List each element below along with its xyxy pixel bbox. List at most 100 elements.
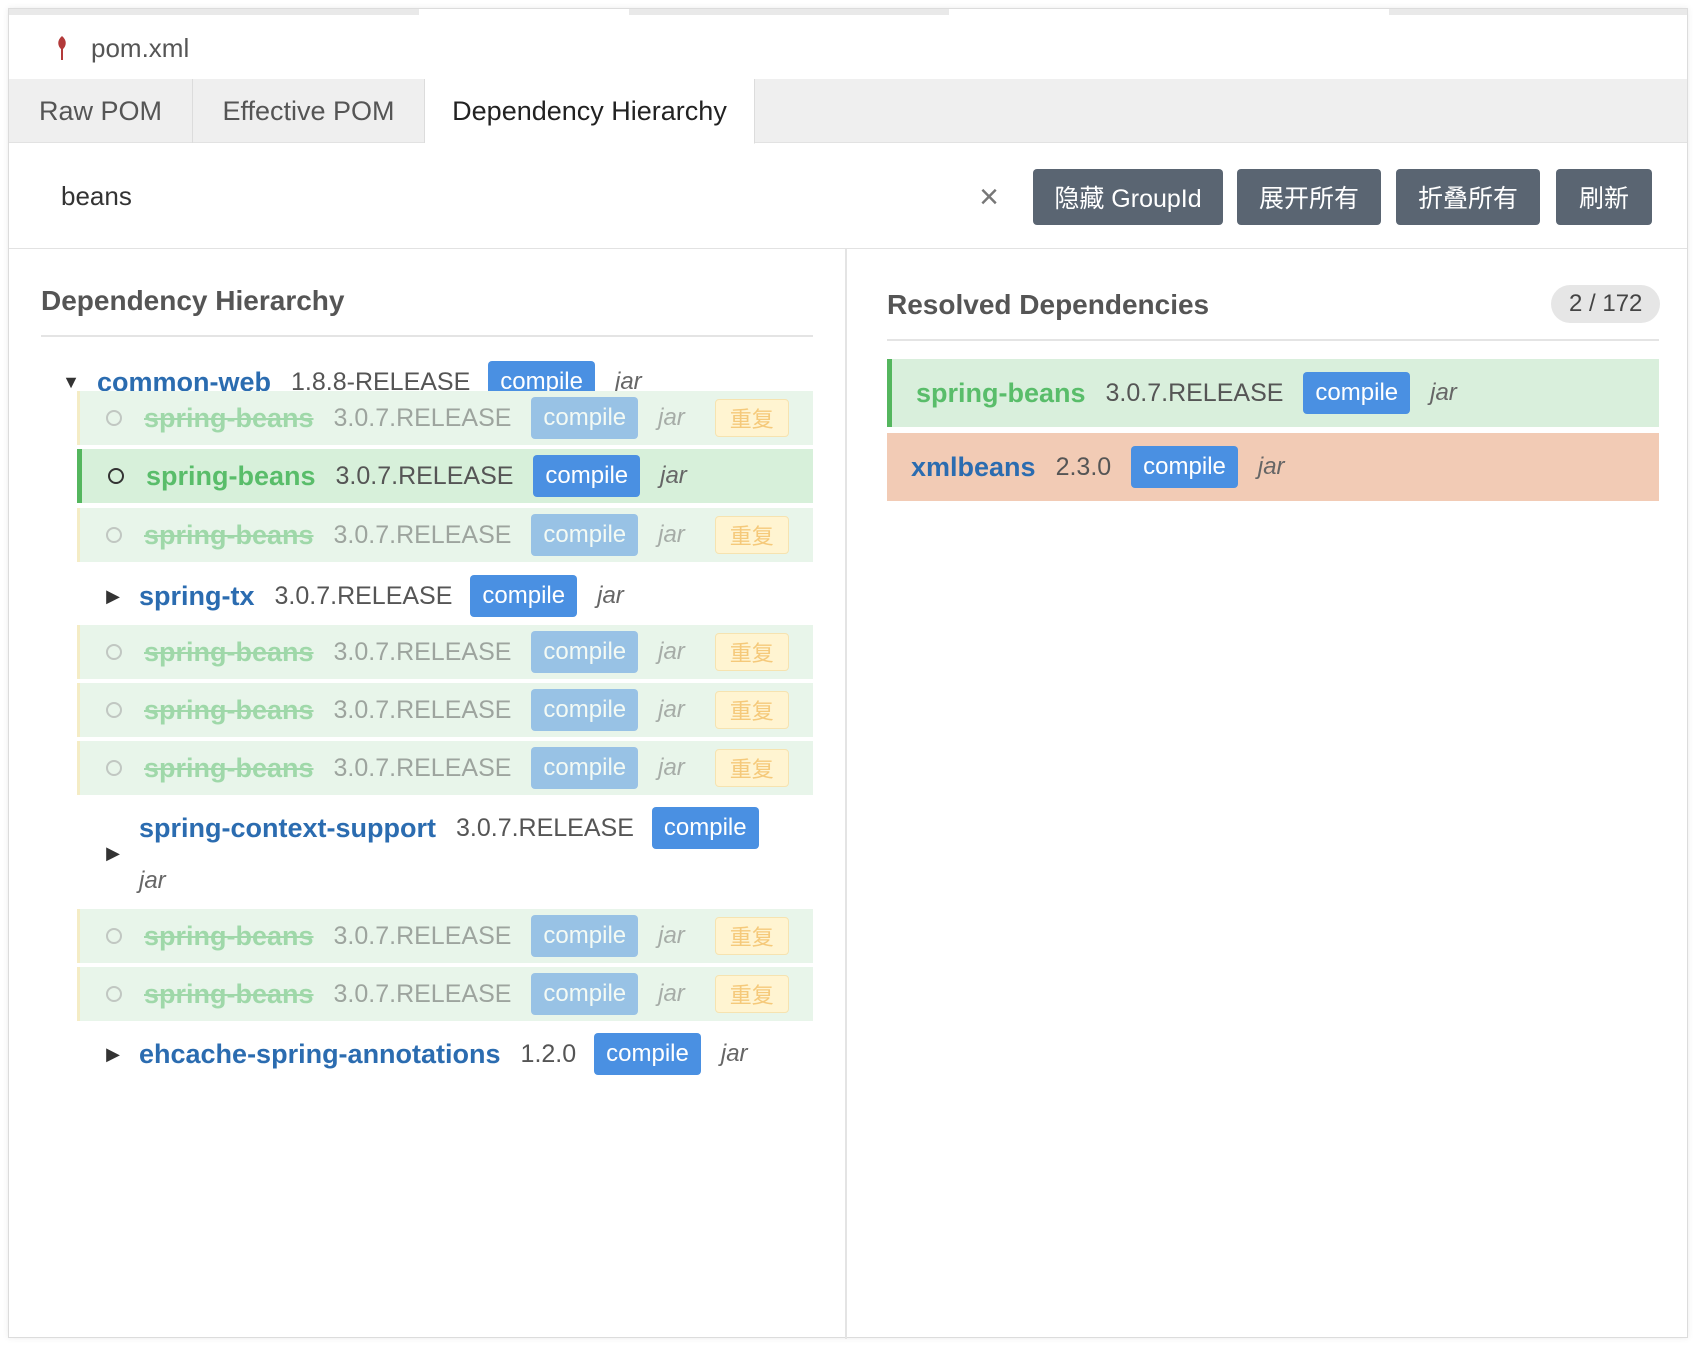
- scope-badge: compile: [594, 1033, 701, 1075]
- duplicate-badge: 重复: [714, 749, 789, 787]
- packaging-label: jar: [658, 754, 685, 781]
- packaging-label: jar: [1430, 379, 1457, 406]
- tab-dependency-hierarchy[interactable]: Dependency Hierarchy: [425, 79, 755, 144]
- divider: [41, 335, 813, 337]
- tree-node-line: spring-context-support 3.0.7.RELEASE com…: [139, 807, 759, 849]
- dependency-version: 3.0.7.RELEASE: [333, 979, 512, 1008]
- caret-down-icon[interactable]: ▼: [61, 372, 81, 393]
- packaging-label: jar: [658, 696, 685, 723]
- circle-icon: [106, 527, 122, 543]
- packaging-label: jar: [658, 521, 685, 548]
- scope-badge: compile: [531, 397, 639, 439]
- hide-groupid-button[interactable]: 隐藏 GroupId: [1033, 169, 1223, 225]
- dependency-version: 3.0.7.RELEASE: [1105, 378, 1284, 407]
- dependency-hierarchy-panel: Dependency Hierarchy ▼ common-web 1.8.8-…: [9, 249, 847, 1339]
- expand-all-button[interactable]: 展开所有: [1237, 169, 1381, 225]
- scope-badge: compile: [531, 973, 639, 1015]
- dependency-version: 3.0.7.RELEASE: [274, 581, 453, 610]
- dependency-name[interactable]: spring-beans: [916, 378, 1086, 409]
- dependency-name[interactable]: spring-context-support: [139, 813, 436, 844]
- tree-item-duplicate[interactable]: spring-beans 3.0.7.RELEASE compile jar 重…: [77, 967, 813, 1021]
- tab-raw-pom[interactable]: Raw POM: [9, 79, 193, 143]
- caret-right-icon[interactable]: ▶: [103, 1044, 123, 1065]
- tree-item-duplicate[interactable]: spring-beans 3.0.7.RELEASE compile jar 重…: [77, 909, 813, 963]
- dependency-name[interactable]: spring-beans: [144, 520, 314, 551]
- caret-right-icon[interactable]: ▶: [103, 843, 123, 864]
- dependency-version: 2.3.0: [1055, 452, 1112, 481]
- scope-badge: compile: [470, 575, 578, 617]
- duplicate-badge: 重复: [714, 975, 789, 1013]
- search-input[interactable]: [49, 171, 949, 221]
- circle-icon: [106, 928, 122, 944]
- packaging-label: jar: [658, 980, 685, 1007]
- dependency-name[interactable]: spring-beans: [144, 753, 314, 784]
- tab-effective-pom[interactable]: Effective POM: [193, 79, 425, 143]
- packaging-label: jar: [658, 404, 685, 431]
- toolbar: × 隐藏 GroupId 展开所有 折叠所有 刷新: [9, 143, 1687, 249]
- caret-right-icon[interactable]: ▶: [103, 586, 123, 607]
- maven-feather-icon: [58, 36, 66, 60]
- scope-badge: compile: [533, 455, 641, 497]
- dependency-name[interactable]: spring-beans: [144, 979, 314, 1010]
- scope-badge: compile: [531, 689, 639, 731]
- resolved-item[interactable]: xmlbeans 2.3.0 compile jar: [887, 433, 1659, 501]
- dependency-version: 1.2.0: [520, 1039, 577, 1068]
- circle-icon: [106, 986, 122, 1002]
- tree-item-duplicate[interactable]: spring-beans 3.0.7.RELEASE compile jar 重…: [77, 625, 813, 679]
- result-count-badge: 2 / 172: [1551, 285, 1661, 323]
- tree-item-duplicate[interactable]: spring-beans 3.0.7.RELEASE compile jar 重…: [77, 683, 813, 737]
- tree-item-duplicate[interactable]: spring-beans 3.0.7.RELEASE compile jar 重…: [77, 741, 813, 795]
- divider: [887, 339, 1659, 341]
- scope-badge: compile: [531, 514, 639, 556]
- tree-item-duplicate[interactable]: spring-beans 3.0.7.RELEASE compile jar 重…: [77, 508, 813, 562]
- scope-badge: compile: [1131, 446, 1238, 488]
- packaging-label: jar: [597, 582, 624, 609]
- circle-icon: [106, 702, 122, 718]
- packaging-label: jar: [658, 638, 685, 665]
- resolved-dependencies-panel: Resolved Dependencies 2 / 172 spring-bea…: [849, 249, 1689, 1339]
- tree-item-duplicate[interactable]: spring-beans 3.0.7.RELEASE compile jar 重…: [77, 391, 813, 445]
- packaging-label: jar: [658, 922, 685, 949]
- file-name: pom.xml: [91, 32, 190, 63]
- dependency-name[interactable]: spring-beans: [146, 461, 316, 492]
- packaging-label: jar: [1257, 453, 1285, 480]
- dependency-version: 3.0.7.RELEASE: [333, 695, 512, 724]
- dependency-name[interactable]: ehcache-spring-annotations: [139, 1039, 501, 1070]
- duplicate-badge: 重复: [714, 516, 789, 554]
- scope-badge: compile: [1303, 372, 1411, 414]
- dependency-version: 3.0.7.RELEASE: [333, 753, 512, 782]
- file-header: pom.xml: [9, 19, 1687, 77]
- circle-icon: [108, 468, 124, 484]
- refresh-button[interactable]: 刷新: [1556, 169, 1652, 225]
- dependency-version: 3.0.7.RELEASE: [456, 813, 634, 842]
- dependency-version: 3.0.7.RELEASE: [333, 520, 512, 549]
- duplicate-badge: 重复: [714, 399, 789, 437]
- resolved-item-selected[interactable]: spring-beans 3.0.7.RELEASE compile jar: [887, 359, 1659, 427]
- dependency-version: 3.0.7.RELEASE: [333, 403, 512, 432]
- editor-tabs: Raw POM Effective POM Dependency Hierarc…: [9, 79, 1687, 144]
- dependency-name[interactable]: spring-beans: [144, 695, 314, 726]
- circle-icon: [106, 410, 122, 426]
- dependency-name[interactable]: xmlbeans: [911, 452, 1036, 483]
- packaging-label: jar: [660, 462, 687, 489]
- collapse-all-button[interactable]: 折叠所有: [1396, 169, 1540, 225]
- dependency-name[interactable]: spring-beans: [144, 921, 314, 952]
- dependency-name[interactable]: spring-beans: [144, 403, 314, 434]
- dependency-version: 3.0.7.RELEASE: [335, 461, 514, 490]
- tree-item-selected[interactable]: spring-beans 3.0.7.RELEASE compile jar: [77, 449, 813, 503]
- tree-node-row[interactable]: ▶ ehcache-spring-annotations 1.2.0 compi…: [103, 1033, 748, 1075]
- dependency-version: 3.0.7.RELEASE: [333, 637, 512, 666]
- pom-editor-window: pom.xml Raw POM Effective POM Dependency…: [8, 8, 1689, 1339]
- packaging-label: jar: [139, 867, 166, 894]
- close-icon[interactable]: ×: [969, 177, 1009, 217]
- duplicate-badge: 重复: [714, 633, 789, 671]
- scope-badge: compile: [531, 747, 639, 789]
- packaging-label: jar: [720, 1040, 748, 1067]
- circle-icon: [106, 760, 122, 776]
- top-strip: [9, 9, 1687, 15]
- tree-node-row[interactable]: ▶ spring-tx 3.0.7.RELEASE compile jar: [103, 575, 624, 617]
- dependency-name[interactable]: spring-beans: [144, 637, 314, 668]
- dependency-version: 3.0.7.RELEASE: [333, 921, 512, 950]
- dependency-name[interactable]: spring-tx: [139, 581, 255, 612]
- tree-node-row[interactable]: ▶ spring-context-support 3.0.7.RELEASE c…: [103, 797, 803, 901]
